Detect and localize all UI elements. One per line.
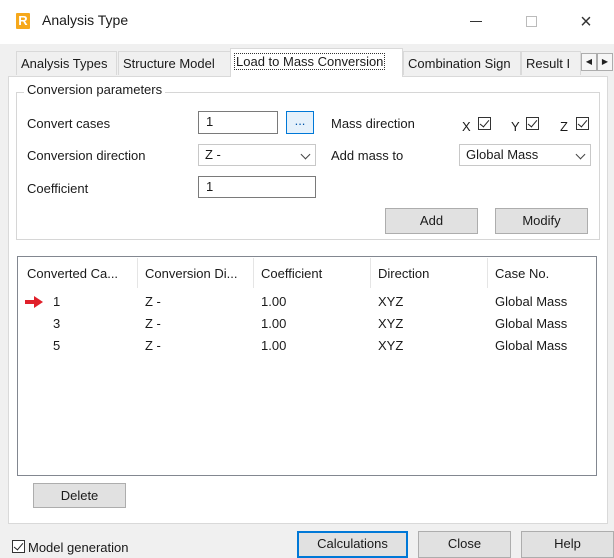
tab-combination-sign[interactable]: Combination Sign [403, 51, 521, 75]
mass-direction-x-checkbox[interactable] [478, 117, 491, 130]
column-header-conversion-direction[interactable]: Conversion Di... [145, 266, 237, 281]
conversion-direction-select[interactable]: Z - [198, 144, 316, 166]
table-row[interactable]: 1 Z - 1.00 XYZ Global Mass [18, 292, 596, 312]
conversion-direction-value: Z - [205, 147, 221, 162]
close-icon: × [580, 11, 592, 33]
conversion-direction-label: Conversion direction [27, 148, 146, 163]
group-title: Conversion parameters [24, 82, 166, 97]
cell-mass-direction: XYZ [378, 316, 404, 331]
arrow-right-icon: ▶ [601, 57, 609, 66]
cell-case: 1 [53, 294, 61, 309]
mass-direction-label: Mass direction [331, 116, 415, 131]
cell-direction: Z - [145, 294, 161, 309]
arrow-left-icon: ◀ [585, 57, 593, 66]
convert-cases-label: Convert cases [27, 116, 111, 131]
column-header-coefficient[interactable]: Coefficient [261, 266, 322, 281]
cell-mass-direction: XYZ [378, 294, 404, 309]
mass-direction-z-label: Z [560, 119, 568, 134]
tab-result[interactable]: Result I [521, 51, 581, 75]
tab-label: Combination Sign [408, 56, 511, 71]
tab-label: Result I [526, 56, 571, 71]
maximize-button[interactable] [508, 6, 554, 38]
coefficient-input[interactable]: 1 [198, 176, 316, 198]
column-header-direction[interactable]: Direction [378, 266, 429, 281]
help-button[interactable]: Help [521, 531, 614, 558]
minimize-icon [470, 21, 482, 23]
app-logo-icon: R [16, 13, 30, 29]
add-mass-to-select[interactable]: Global Mass [459, 144, 591, 166]
chevron-down-icon [575, 149, 586, 160]
column-divider[interactable] [370, 258, 371, 288]
tab-scroll-right-button[interactable]: ▶ [597, 53, 613, 71]
cell-coefficient: 1.00 [261, 338, 287, 353]
modify-button[interactable]: Modify [495, 208, 588, 234]
add-mass-to-label: Add mass to [331, 148, 404, 163]
model-generation-checkbox[interactable] [12, 540, 25, 553]
tab-label: Analysis Types [21, 56, 108, 71]
mass-direction-x-label: X [462, 119, 471, 134]
tab-label: Load to Mass Conversion [233, 53, 386, 70]
tab-load-to-mass-conversion[interactable]: Load to Mass Conversion [230, 48, 403, 77]
cell-target: Global Mass [495, 316, 568, 331]
cell-coefficient: 1.00 [261, 294, 287, 309]
close-dialog-button[interactable]: Close [418, 531, 511, 558]
coefficient-label: Coefficient [27, 181, 89, 196]
delete-button[interactable]: Delete [33, 483, 126, 508]
conversion-list[interactable] [17, 256, 597, 476]
table-row[interactable]: 5 Z - 1.00 XYZ Global Mass [18, 336, 596, 356]
window-title: Analysis Type [42, 12, 129, 28]
mass-direction-y-checkbox[interactable] [526, 117, 539, 130]
cell-target: Global Mass [495, 338, 568, 353]
column-divider[interactable] [253, 258, 254, 288]
cell-target: Global Mass [495, 294, 568, 309]
ellipsis-icon: ... [294, 113, 306, 128]
table-row[interactable]: 3 Z - 1.00 XYZ Global Mass [18, 314, 596, 334]
close-button[interactable]: × [563, 6, 609, 38]
model-generation-label: Model generation [28, 540, 129, 555]
tab-label: Structure Model [123, 56, 215, 71]
tab-scroll-left-button[interactable]: ◀ [581, 53, 597, 71]
column-divider[interactable] [137, 258, 138, 288]
cell-direction: Z - [145, 316, 161, 331]
cell-case: 5 [53, 338, 61, 353]
mass-direction-y-label: Y [511, 119, 520, 134]
column-divider[interactable] [487, 258, 488, 288]
column-header-converted-cases[interactable]: Converted Ca... [27, 266, 118, 281]
tab-analysis-types[interactable]: Analysis Types [16, 51, 117, 75]
tab-structure-model[interactable]: Structure Model [118, 51, 231, 75]
browse-cases-button[interactable]: ... [286, 111, 314, 134]
column-header-case-no[interactable]: Case No. [495, 266, 549, 281]
calculations-button[interactable]: Calculations [297, 531, 408, 558]
cell-mass-direction: XYZ [378, 338, 404, 353]
mass-direction-z-checkbox[interactable] [576, 117, 589, 130]
maximize-icon [525, 16, 537, 28]
cell-direction: Z - [145, 338, 161, 353]
minimize-button[interactable] [453, 6, 499, 38]
add-mass-to-value: Global Mass [466, 147, 539, 162]
cell-coefficient: 1.00 [261, 316, 287, 331]
cell-case: 3 [53, 316, 61, 331]
convert-cases-input[interactable]: 1 [198, 111, 278, 134]
add-button[interactable]: Add [385, 208, 478, 234]
chevron-down-icon [300, 149, 311, 160]
